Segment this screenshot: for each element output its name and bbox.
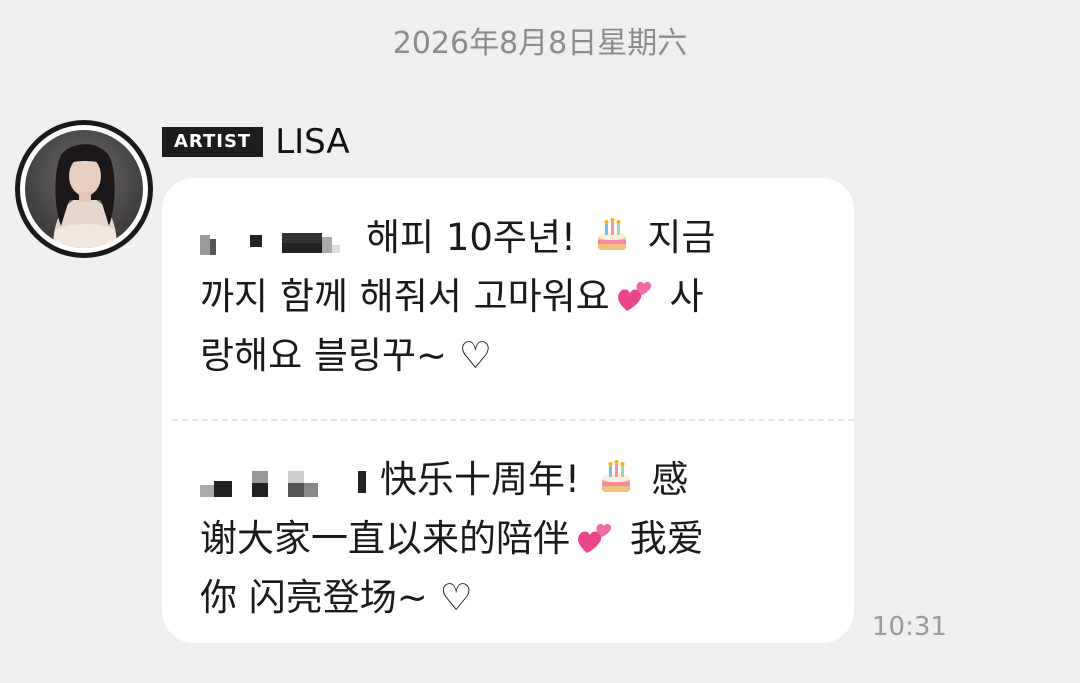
date-separator: 2026年8月8日星期六 xyxy=(392,26,688,61)
message-korean: 해피 10주년! 지금 까지 함께 해줘서 고마워요 사 랑해요 블링꾸~ ♡ xyxy=(200,208,820,385)
message-korean-part4: 사 xyxy=(669,275,704,318)
avatar-photo xyxy=(25,130,143,248)
message-korean-part2: 지금 xyxy=(647,216,716,259)
sender-header: ARTIST LISA xyxy=(162,122,350,162)
avatar-frame xyxy=(20,125,148,253)
artist-badge: ARTIST xyxy=(162,127,264,157)
two-hearts-emoji xyxy=(578,523,612,553)
message-timestamp: 10:31 xyxy=(872,612,947,642)
message-korean-part3: 까지 함께 해줘서 고마워요 xyxy=(200,275,610,318)
sender-avatar[interactable] xyxy=(15,120,153,258)
message-korean-part1: 해피 10주년! xyxy=(366,216,576,259)
sender-name[interactable]: LISA xyxy=(275,122,349,162)
message-chinese-part3: 谢大家一直以来的陪伴 xyxy=(200,517,570,560)
two-hearts-emoji xyxy=(617,281,651,311)
message-chinese-part4: 我爱 xyxy=(629,517,704,560)
translation-divider xyxy=(172,419,854,421)
message-bubble[interactable]: 해피 10주년! 지금 까지 함께 해줘서 고마워요 사 랑해요 블링꾸~ ♡ xyxy=(162,178,854,643)
censored-text xyxy=(200,467,376,497)
message-chinese: 快乐十周年! 感 谢大家一直以来的陪伴 我爱 你 闪亮登场~ ♡ xyxy=(200,450,820,627)
censored-text xyxy=(200,225,360,255)
message-chinese-part5: 你 闪亮登场~ ♡ xyxy=(200,576,473,619)
message-chinese-part2: 感 xyxy=(651,458,689,501)
birthday-cake-emoji xyxy=(597,218,626,250)
message-korean-part5: 랑해요 블링꾸~ ♡ xyxy=(200,334,492,377)
message-chinese-part1: 快乐十周年! xyxy=(380,458,580,501)
birthday-cake-emoji xyxy=(601,460,630,492)
